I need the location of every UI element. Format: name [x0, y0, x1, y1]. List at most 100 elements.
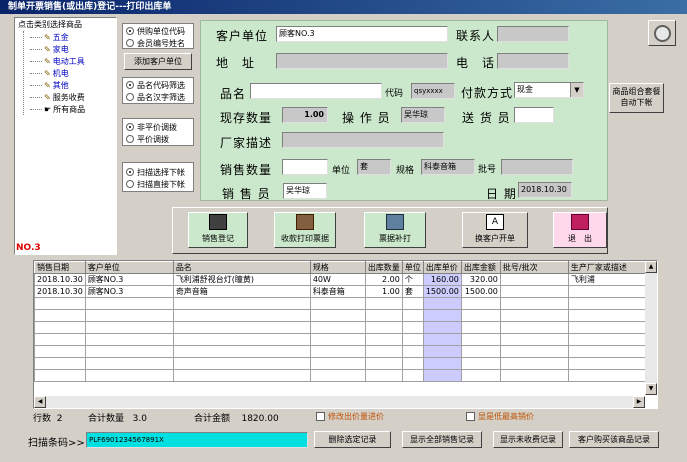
tree-item-appliance[interactable]: ✎ 家电 — [30, 43, 116, 55]
radio-supplier-code[interactable]: 供购单位代码 — [123, 25, 193, 37]
table-cell — [34, 321, 86, 334]
table-cell — [34, 309, 86, 322]
column-header[interactable]: 批号/批次 — [499, 261, 569, 274]
radio-parity-transfer[interactable]: 平价调拨 — [123, 133, 193, 145]
table-cell — [401, 297, 424, 310]
customer-field[interactable]: 顾客NO.3 — [276, 26, 448, 42]
table-cell — [422, 321, 462, 334]
table-cell — [364, 333, 403, 346]
column-header[interactable]: 生产厂家或描述 — [567, 261, 654, 274]
chevron-down-icon[interactable]: ▼ — [570, 83, 583, 97]
date-field[interactable]: 2018.10.30 — [518, 182, 572, 198]
table-cell — [422, 369, 462, 382]
table-row[interactable]: 2018.10.30 顾客NO.3 奇声音箱 科泰音箱 1.00 套 1500.00 1500… — [34, 285, 654, 298]
payment-select[interactable]: 现金 ▼ — [514, 82, 584, 98]
column-header[interactable]: 出库金额 — [460, 261, 501, 274]
table-cell — [401, 345, 424, 358]
table-row[interactable] — [34, 321, 654, 334]
column-header[interactable]: 规格 — [309, 261, 366, 274]
radio-non-parity-transfer[interactable]: 非平价调拨 — [123, 121, 193, 133]
sales-grid[interactable]: 销售日期 客户单位 品名 规格 出库数量 单位 出库单价 出库金额 批号/批次 生产厂家或描述 2… — [33, 260, 658, 409]
table-cell — [567, 297, 654, 310]
tree-item-electromech[interactable]: ✎ 机电 — [30, 67, 116, 79]
unit-label: 单位 — [332, 166, 351, 176]
column-header[interactable]: 出库单价 — [422, 261, 462, 274]
table-cell: 2018.10.30 — [34, 285, 86, 298]
scroll-right-icon[interactable]: ▶ — [633, 396, 645, 408]
delivery-field[interactable] — [514, 107, 554, 123]
tree-item-other[interactable]: ✎ 其他 — [30, 79, 116, 91]
scroll-down-icon[interactable]: ▼ — [645, 383, 657, 395]
exit-button[interactable]: 退 出 — [553, 212, 607, 248]
address-field[interactable] — [276, 53, 448, 69]
radio-scan-select[interactable]: 扫描选择下帐 — [123, 166, 193, 178]
tree-item-all[interactable]: ☛ 所有商品 — [30, 103, 116, 115]
date-label: 日 期 — [486, 187, 517, 201]
table-row[interactable] — [34, 345, 654, 358]
grid-hscroll[interactable]: ◀ ▶ — [34, 396, 645, 408]
column-header[interactable]: 单位 — [401, 261, 424, 274]
switch-customer-button[interactable]: A 换客户开单 — [462, 212, 528, 248]
grid-vscroll[interactable]: ▲ ▼ — [645, 261, 657, 395]
table-row[interactable] — [34, 309, 654, 322]
modify-price-checkbox[interactable]: 修改出价量进价 — [316, 411, 384, 422]
maker-field[interactable] — [282, 132, 444, 148]
customer-history-button[interactable]: 客户购买该商品记录 — [569, 431, 659, 448]
delivery-label: 送 货 员 — [462, 111, 511, 125]
table-row[interactable] — [34, 333, 654, 346]
tree-item-service[interactable]: ✎ 服务收费 — [30, 91, 116, 103]
phone-label: 电 话 — [456, 56, 496, 70]
column-header[interactable]: 品名 — [172, 261, 311, 274]
contact-field[interactable] — [497, 26, 569, 42]
table-cell: 顾客NO.3 — [84, 285, 174, 298]
scroll-left-icon[interactable]: ◀ — [34, 396, 46, 408]
product-field[interactable] — [250, 83, 382, 99]
radio-member-name[interactable]: 会员编号姓名 — [123, 37, 193, 49]
table-cell: 奇声音箱 — [172, 285, 311, 298]
table-row[interactable] — [34, 297, 654, 310]
table-cell — [460, 309, 501, 322]
table-cell — [401, 333, 424, 346]
spec-label: 规格 — [396, 166, 415, 176]
table-row[interactable] — [34, 369, 654, 382]
show-all-sales-button[interactable]: 显示全部销售记录 — [402, 431, 482, 448]
scan-input[interactable]: PLF6901234567891X — [86, 432, 308, 448]
radio-scan-direct[interactable]: 扫描直接下帐 — [123, 178, 193, 190]
radio-product-code-filter[interactable]: 品名代码筛选 — [123, 79, 193, 91]
table-cell — [499, 369, 569, 382]
category-tree[interactable]: 点击类别选择商品 ✎ 五金 ✎ 家电 ✎ 电动工具 ✎ 机电 ✎ 其他 ✎ 服务收费 ☛ 所有… — [14, 17, 117, 255]
column-header[interactable]: 出库数量 — [364, 261, 403, 274]
add-customer-button[interactable]: 添加客户单位 — [124, 53, 192, 70]
reprint-button[interactable]: 票据补打 — [364, 212, 426, 248]
radio-product-name-filter[interactable]: 品名汉字筛选 — [123, 91, 193, 103]
tree-item-power-tools[interactable]: ✎ 电动工具 — [30, 55, 116, 67]
tree-item-hardware[interactable]: ✎ 五金 — [30, 31, 116, 43]
show-min-price-checkbox[interactable]: 显是低最高销价 — [466, 411, 534, 422]
print-receipt-button[interactable]: 收款打印票据 — [274, 212, 336, 248]
qty-field[interactable] — [282, 159, 328, 175]
operator-field[interactable]: 吴华琼 — [401, 107, 445, 123]
sales-register-button[interactable]: 销售登记 — [188, 212, 248, 248]
payment-label: 付款方式 — [461, 86, 514, 100]
column-header[interactable]: 销售日期 — [34, 261, 86, 274]
phone-field[interactable] — [497, 53, 569, 69]
column-header[interactable]: 客户单位 — [84, 261, 174, 274]
table-cell — [422, 345, 462, 358]
round-icon-button[interactable] — [648, 20, 676, 46]
transfer-mode-group: 非平价调拨 平价调拨 — [122, 118, 194, 146]
combo-auto-button[interactable]: 商品组合套餐自动下帐 — [609, 83, 664, 113]
table-cell — [460, 297, 501, 310]
table-row[interactable]: 2018.10.30 顾客NO.3 飞利浦舒视台灯(瞳黄) 40W 2.00 个 160.0… — [34, 273, 654, 286]
table-row[interactable] — [34, 357, 654, 370]
customer-label: 客户单位 — [216, 29, 269, 43]
code-field[interactable]: qsyxxxx — [411, 83, 455, 99]
seller-field[interactable]: 吴华琼 — [283, 183, 327, 199]
spec-field[interactable]: 科泰音箱 — [421, 159, 475, 175]
show-unpaid-button[interactable]: 显示未收费记录 — [493, 431, 563, 448]
hand-icon: ☛ — [44, 104, 52, 114]
delete-selected-button[interactable]: 删除选定记录 — [314, 431, 391, 448]
batch-field[interactable] — [501, 159, 573, 175]
unit-field[interactable]: 套 — [357, 159, 391, 175]
table-cell — [34, 357, 86, 370]
scroll-up-icon[interactable]: ▲ — [645, 261, 657, 273]
